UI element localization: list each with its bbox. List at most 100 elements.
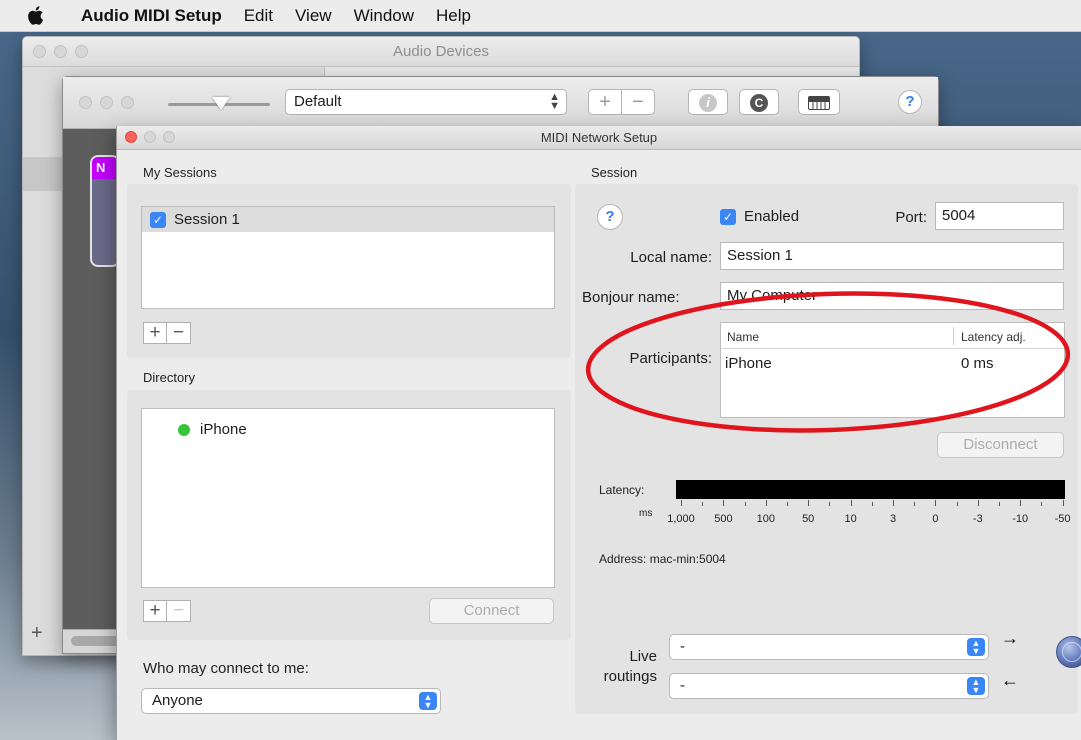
scale-minor-tick [702,502,704,506]
scale-tick [893,500,894,506]
add-device-button[interactable]: + [588,89,622,115]
network-setup-titlebar[interactable]: MIDI Network Setup [117,126,1081,150]
disconnect-button[interactable]: Disconnect [937,432,1064,458]
window-controls [33,45,88,58]
minimize-button[interactable] [100,96,113,109]
participant-row[interactable]: iPhone 0 ms [721,349,1064,375]
scale-minor-tick [1041,502,1043,506]
help-button[interactable]: ? [898,90,922,114]
menu-help[interactable]: Help [425,6,482,26]
participant-name: iPhone [725,355,772,372]
scale-minor-tick [787,502,788,506]
online-status-icon [178,423,190,436]
scale-label: -50 [1054,513,1071,525]
info-icon: i [699,93,717,112]
add-directory-button[interactable]: + [143,600,167,622]
scale-label: 50 [802,513,815,525]
remove-device-button[interactable]: − [621,89,655,115]
my-sessions-label: My Sessions [143,165,217,180]
port-field[interactable]: 5004 [935,202,1064,230]
chevron-up-down-icon: ▲ ▼ [549,91,560,112]
column-separator [953,327,954,345]
session-help-button[interactable]: ? [597,204,623,230]
scale-tick [1062,500,1064,506]
session-label: Session [591,165,638,180]
who-may-connect-select[interactable]: Anyone ▲ ▼ [141,688,441,714]
audio-devices-titlebar[interactable]: Audio Devices [23,37,859,67]
rescan-midi-button[interactable]: C [739,89,779,115]
live-label: Live [629,648,657,665]
zoom-button[interactable] [163,131,175,143]
enabled-label: Enabled [744,208,800,225]
add-session-button[interactable]: + [143,322,167,344]
local-name-field[interactable]: Session 1 [720,242,1064,270]
scale-minor-tick [956,502,958,506]
menu-app-name[interactable]: Audio MIDI Setup [70,6,233,26]
menu-window[interactable]: Window [343,6,425,26]
scale-tick [1020,500,1022,506]
scale-tick [723,500,725,506]
address-label: Address: mac-min:5004 [599,552,726,566]
routing-in-select[interactable]: - ▲ ▼ [669,673,989,699]
column-latency[interactable]: Latency adj. [961,330,1026,344]
ms-label: ms [639,508,653,519]
session-add-remove: + − [143,322,191,344]
window-controls [125,131,175,143]
latency-meter [676,480,1065,499]
slider-thumb[interactable] [212,97,230,110]
routing-in-value: - [680,677,685,694]
keyboard-icon [808,95,830,110]
close-button[interactable] [125,131,137,143]
scale-minor-tick [744,502,746,506]
scale-label: 1,000 [667,513,695,525]
midi-network-setup-window: MIDI Network Setup My Sessions ✓ Session… [116,126,1081,740]
rescan-icon: C [750,93,768,112]
participants-header: Name Latency adj. [721,323,1064,349]
zoom-button[interactable] [121,96,134,109]
icon-size-slider[interactable] [168,97,270,113]
sessions-list[interactable]: ✓ Session 1 [141,206,555,309]
scale-label: 10 [844,513,857,525]
apple-logo-icon [28,6,44,25]
close-button[interactable] [33,45,46,58]
remove-session-button[interactable]: − [167,322,191,344]
scale-tick [681,500,682,506]
enabled-checkbox[interactable]: ✓ [720,208,736,225]
scale-label: -3 [972,513,983,525]
arrow-right-icon: → [1001,628,1019,648]
local-name-label: Local name: [630,249,712,266]
session-row[interactable]: ✓ Session 1 [142,207,554,232]
port-label: Port: [895,209,927,226]
scale-minor-tick [999,502,1000,506]
directory-list[interactable]: iPhone [141,408,555,588]
routing-out-value: - [680,638,685,655]
configuration-select[interactable]: Default ▲ ▼ [285,89,567,115]
arrow-left-icon: ← [1001,670,1019,690]
menu-edit[interactable]: Edit [233,6,284,26]
show-info-button[interactable]: i [688,89,728,115]
directory-add-remove: + − [143,600,191,622]
column-name[interactable]: Name [727,330,759,344]
menu-view[interactable]: View [284,6,343,26]
directory-item[interactable]: iPhone [178,421,247,438]
minimize-button[interactable] [54,45,67,58]
participants-table[interactable]: Name Latency adj. iPhone 0 ms [720,322,1065,418]
session-enabled-checkbox[interactable]: ✓ [150,211,166,228]
scale-minor-tick [829,502,831,506]
connect-button[interactable]: Connect [429,598,554,624]
test-setup-button[interactable] [798,89,840,115]
participant-latency: 0 ms [961,355,994,372]
midi-studio-toolbar: Default ▲ ▼ + − i C ? [63,77,938,129]
bonjour-name-field[interactable]: My Computer [720,282,1064,310]
routing-out-select[interactable]: - ▲ ▼ [669,634,989,660]
minimize-button[interactable] [144,131,156,143]
zoom-button[interactable] [75,45,88,58]
apple-menu-icon[interactable] [0,4,70,27]
enabled-toggle[interactable]: ✓ Enabled [720,208,799,225]
scale-label: 0 [932,513,939,525]
close-button[interactable] [79,96,92,109]
add-audio-device-button[interactable]: + [31,622,43,645]
scale-label: -10 [1012,513,1029,525]
session-name: Session 1 [174,211,240,228]
remove-directory-button[interactable]: − [167,600,191,622]
